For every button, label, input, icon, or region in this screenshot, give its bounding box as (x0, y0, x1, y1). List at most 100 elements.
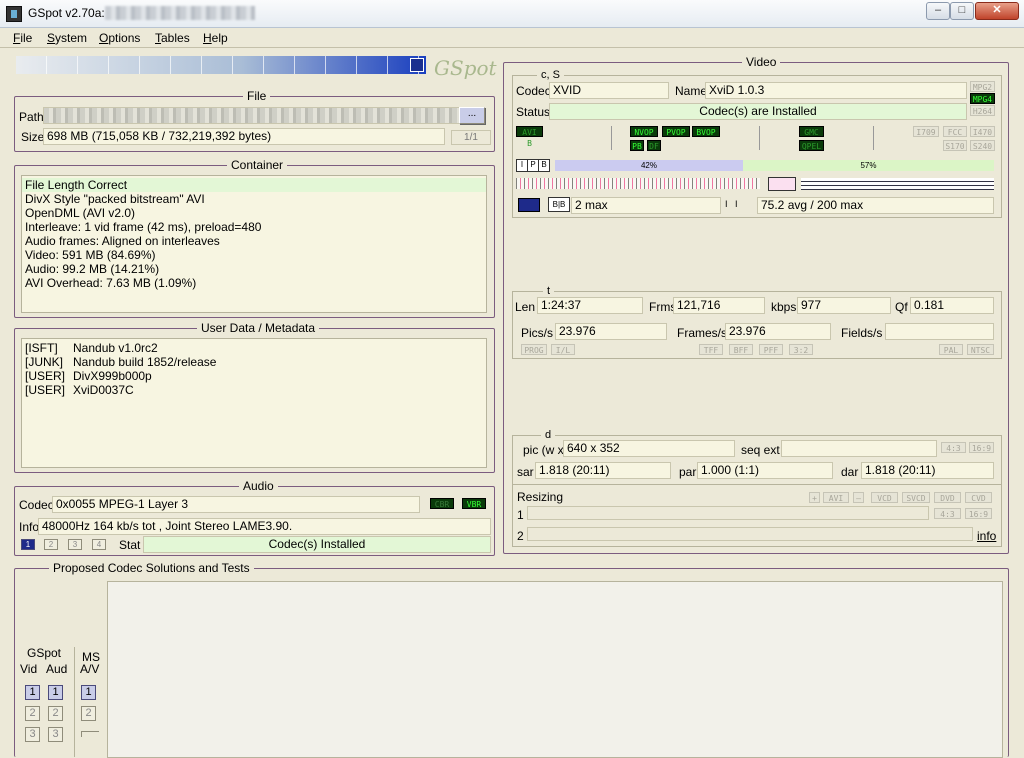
tff-badge: TFF (699, 344, 723, 355)
qf-field: 0.181 (910, 297, 994, 314)
path-label: Path (19, 110, 44, 124)
aspect-43-badge: 4:3 (941, 442, 966, 453)
logo-square (410, 58, 424, 72)
dar-field: 1.818 (20:11) (861, 462, 994, 479)
h264-badge: H264 (970, 105, 995, 116)
metadata-row: [ISFT] Nandub v1.0rc2 (25, 341, 158, 355)
bvop-flag: BVOP (692, 126, 720, 137)
audio-info-label: Info (19, 520, 40, 534)
resize-avi-button[interactable]: AVI (823, 492, 849, 503)
path-field[interactable] (43, 107, 461, 124)
metadata-group-title: User Data / Metadata (197, 321, 320, 335)
resizing-label: Resizing (517, 490, 564, 504)
metadata-list: [ISFT] Nandub v1.0rc2 [JUNK] Nandub build … (21, 338, 487, 468)
audio-codec-field: 0x0055 MPEG-1 Layer 3 (52, 496, 420, 513)
audio-stream-3[interactable]: 3 (68, 539, 82, 550)
audio-stat-label: Stat (119, 538, 141, 552)
resize-vcd-button[interactable]: VCD (871, 492, 898, 503)
resize-minus-button[interactable]: – (853, 492, 864, 503)
gspot-aud-2[interactable]: 2 (48, 706, 63, 721)
d-title: d (541, 429, 556, 441)
audio-stream-2[interactable]: 2 (44, 539, 58, 550)
frms-field: 121,716 (673, 297, 765, 314)
dar-label: dar (841, 465, 859, 479)
pvop-flag: PVOP (662, 126, 690, 137)
codec-tests-title: Proposed Codec Solutions and Tests (49, 561, 254, 575)
audio-stream-1[interactable]: 1 (21, 539, 35, 550)
ms-av-1[interactable]: 1 (81, 685, 96, 700)
status-label: Status (516, 105, 551, 119)
seqext-label: seq ext (741, 443, 780, 457)
menu-tables[interactable]: Tables (155, 31, 190, 45)
par-field: 1.000 (1:1) (697, 462, 833, 479)
il-badge: I/L (551, 344, 575, 355)
ms-av-2[interactable]: 2 (81, 706, 96, 721)
audio-group: Audio Codec 0x0055 MPEG-1 Layer 3 CBR VB… (14, 479, 495, 556)
frame-marker (768, 177, 796, 191)
frames-field: 23.976 (725, 323, 831, 340)
par-label: par (679, 465, 697, 479)
aspect-169-badge: 16:9 (969, 442, 994, 453)
audio-codec-label: Codec (19, 498, 54, 512)
vbr-badge: VBR (462, 498, 486, 509)
window-title: GSpot v2.70a: (28, 6, 105, 20)
ntsc-badge: NTSC (967, 344, 994, 355)
qf-label: Qf (895, 300, 908, 314)
gspot-aud-1[interactable]: 1 (48, 685, 63, 700)
resize1-169-badge: 16:9 (965, 508, 992, 519)
b-box: B|B (548, 197, 570, 212)
s240-flag: S240 (970, 140, 995, 151)
seqext-field (781, 440, 937, 457)
graph-icon[interactable] (518, 198, 540, 212)
gspot-logo: GSpot (434, 56, 497, 80)
close-button[interactable]: ✕ (975, 2, 1019, 20)
pff-badge: PFF (759, 344, 783, 355)
gspot-vid-1[interactable]: 1 (25, 685, 40, 700)
pics-field: 23.976 (555, 323, 667, 340)
audio-stream-4[interactable]: 4 (92, 539, 106, 550)
dimensions-section: d pic (w x 640 x 352 seq ext 4:3 16:9 sa… (512, 429, 1002, 547)
codec-name-field: XviD 1.0.3 (705, 82, 967, 99)
kbps-label: kbps (771, 300, 797, 314)
video-status-field: Codec(s) are Installed (549, 103, 967, 120)
df-flag: DF (647, 140, 661, 151)
codec-field: XVID (549, 82, 669, 99)
ms-av-3[interactable] (81, 731, 99, 737)
prog-badge: PROG (521, 344, 547, 355)
sar-label: sar (517, 465, 534, 479)
i470-flag: I470 (970, 126, 995, 137)
len-field: 1:24:37 (537, 297, 643, 314)
codec-tests-output (107, 581, 1003, 758)
gspot-vid-2[interactable]: 2 (25, 706, 40, 721)
info-link[interactable]: info (977, 529, 996, 543)
gspot-vid-3[interactable]: 3 (25, 727, 40, 742)
resize-dvd-button[interactable]: DVD (934, 492, 961, 503)
metadata-row: [JUNK] Nandub build 1852/release (25, 355, 217, 369)
gspot-aud-3[interactable]: 3 (48, 727, 63, 742)
menu-help[interactable]: Help (203, 31, 228, 45)
audio-stat-field: Codec(s) Installed (143, 536, 491, 553)
resize-plus-button[interactable]: + (809, 492, 820, 503)
metadata-group: User Data / Metadata [ISFT] Nandub v1.0rc… (14, 321, 495, 473)
browse-button[interactable]: ... (459, 107, 485, 124)
mpg2-badge: MPG2 (970, 81, 995, 92)
bff-badge: BFF (729, 344, 753, 355)
app-icon (6, 6, 22, 22)
b-max-field: 2 max (571, 197, 721, 214)
menu-file[interactable]: File (13, 31, 32, 45)
menu-system[interactable]: System (47, 31, 87, 45)
container-line: Audio frames: Aligned on interleaves (25, 234, 220, 248)
size-label: Size (21, 130, 45, 144)
gmc-flag: GMC (799, 126, 824, 137)
resize-cvd-button[interactable]: CVD (965, 492, 992, 503)
menu-options[interactable]: Options (99, 31, 140, 45)
mpg4-badge: MPG4 (970, 93, 995, 104)
maximize-button[interactable]: □ (950, 2, 974, 20)
resize-svcd-button[interactable]: SVCD (902, 492, 930, 503)
audio-group-title: Audio (239, 479, 278, 493)
frames-label: Frames/s (677, 326, 728, 340)
fields-field (885, 323, 994, 340)
minimize-button[interactable]: – (926, 2, 950, 20)
pct-bar-left: 42% (555, 160, 743, 171)
container-line: Video: 591 MB (84.69%) (25, 248, 156, 262)
